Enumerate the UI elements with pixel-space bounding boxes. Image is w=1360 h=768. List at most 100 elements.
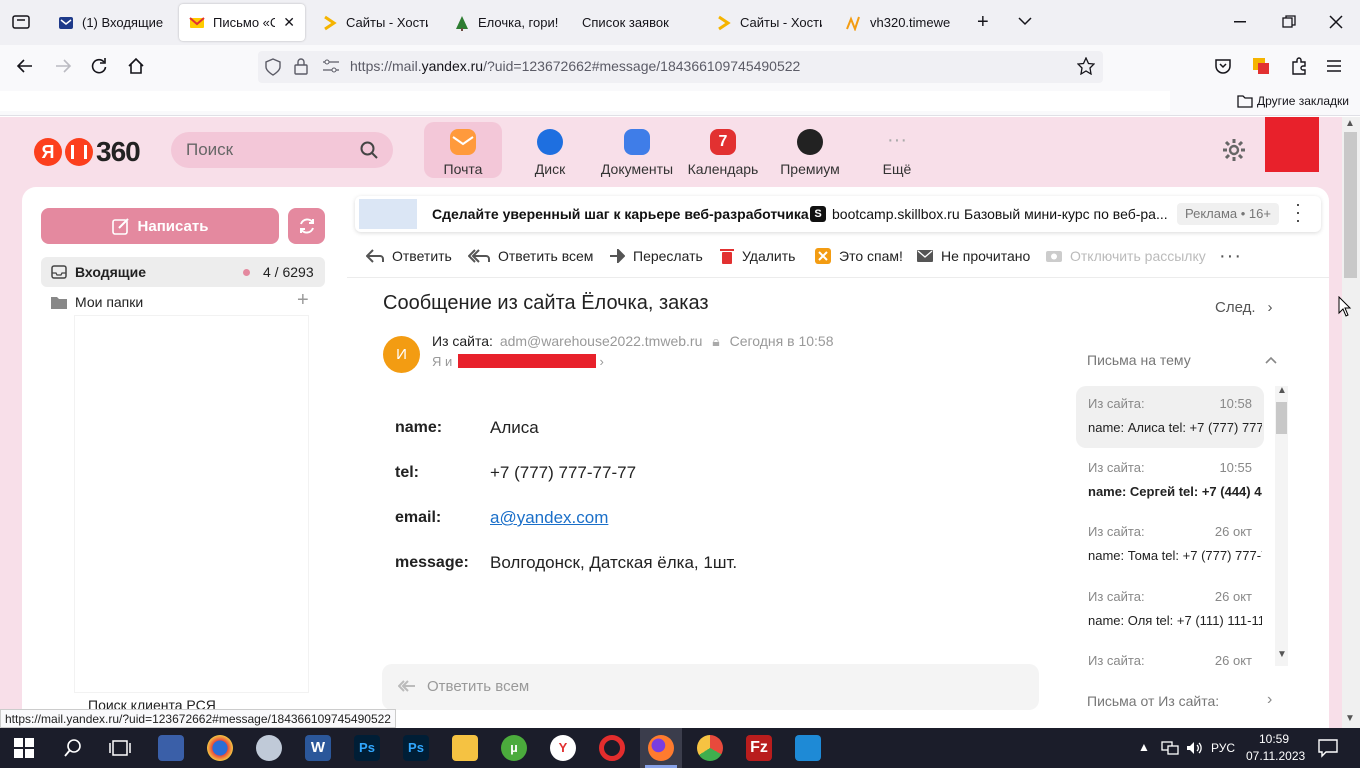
- add-folder-icon[interactable]: +: [297, 289, 309, 312]
- folder-icon[interactable]: [1237, 94, 1253, 108]
- thread-item[interactable]: Из сайта: 26 окт name: Тома tel: +7 (777…: [1076, 514, 1264, 576]
- photoshop-icon[interactable]: Ps: [354, 735, 380, 761]
- settings-gear-icon[interactable]: [1222, 138, 1246, 162]
- reply-all-button[interactable]: Ответить всем: [468, 248, 593, 264]
- delete-button[interactable]: Удалить: [720, 248, 795, 264]
- reload-icon[interactable]: [90, 57, 108, 75]
- refresh-button[interactable]: [288, 208, 325, 244]
- thread-item[interactable]: Из сайта: 26 окт: [1076, 643, 1264, 666]
- service-disk[interactable]: Диск: [511, 122, 589, 178]
- language-indicator[interactable]: РУС: [1211, 741, 1235, 755]
- task-view-icon[interactable]: [109, 738, 131, 758]
- chevron-down-icon[interactable]: [1018, 16, 1032, 26]
- yandex-360-logo[interactable]: Я 360: [34, 136, 141, 168]
- compose-button[interactable]: Написать: [41, 208, 279, 244]
- file-explorer-icon[interactable]: [452, 735, 478, 761]
- avatar[interactable]: [1265, 117, 1319, 172]
- tab-hosting-2[interactable]: Сайты - Хостин: [706, 4, 832, 41]
- search-box[interactable]: Поиск: [171, 132, 393, 168]
- service-mail[interactable]: Почта: [424, 122, 502, 178]
- spam-button[interactable]: Это спам!: [815, 248, 903, 264]
- search-icon[interactable]: [360, 141, 378, 159]
- shield-icon[interactable]: [265, 58, 281, 76]
- recipients-line[interactable]: Я и ›: [432, 354, 604, 369]
- quick-reply-box[interactable]: Ответить всем: [382, 664, 1039, 710]
- thread-item[interactable]: Из сайта: 10:58 name: Алиса tel: +7 (777…: [1076, 386, 1264, 448]
- service-documents[interactable]: Документы: [597, 122, 677, 178]
- sender-name[interactable]: Из сайта:: [432, 333, 493, 349]
- unsubscribe-button[interactable]: Отключить рассылку: [1046, 248, 1206, 264]
- tab-tree-site[interactable]: Елочка, гори!: [444, 4, 570, 41]
- folder-inbox[interactable]: Входящие 4 / 6293: [41, 257, 325, 287]
- next-letter-button[interactable]: След. ›: [1215, 299, 1273, 316]
- tab-inbox[interactable]: (1) Входящие -: [48, 4, 176, 41]
- chrome-icon[interactable]: [697, 735, 723, 761]
- more-actions-icon[interactable]: ···: [1219, 245, 1242, 268]
- scroll-down-arrow-icon[interactable]: ▼: [1277, 649, 1287, 660]
- service-premium[interactable]: Премиум: [771, 122, 849, 178]
- service-calendar[interactable]: 7 Календарь: [684, 122, 762, 178]
- reply-button[interactable]: Ответить: [366, 248, 452, 264]
- bookmark-star-icon[interactable]: [1077, 57, 1095, 75]
- page-scroll-thumb[interactable]: [1344, 132, 1357, 278]
- notifications-icon[interactable]: [1318, 738, 1338, 758]
- lock-icon[interactable]: [294, 58, 308, 75]
- thread-item[interactable]: Из сайта: 26 окт name: Оля tel: +7 (111)…: [1076, 579, 1264, 641]
- browser-app-icon[interactable]: [207, 735, 233, 761]
- url-text[interactable]: https://mail.yandex.ru/?uid=123672662#me…: [350, 58, 800, 74]
- calculator-icon[interactable]: [158, 735, 184, 761]
- sender-email[interactable]: adm@warehouse2022.tmweb.ru: [500, 333, 703, 349]
- back-arrow-icon[interactable]: [16, 58, 34, 74]
- other-bookmarks[interactable]: Другие закладки: [1257, 94, 1349, 108]
- thread-item[interactable]: Из сайта: 10:55 name: Сергей tel: +7 (44…: [1076, 450, 1264, 512]
- vscode-icon[interactable]: [795, 735, 821, 761]
- permissions-icon[interactable]: [322, 59, 340, 73]
- sender-avatar[interactable]: И: [383, 336, 420, 373]
- filezilla-icon[interactable]: Fz: [746, 735, 772, 761]
- new-tab-icon[interactable]: +: [977, 12, 989, 32]
- yandex-browser-icon[interactable]: Y: [550, 735, 576, 761]
- extensions-puzzle-icon[interactable]: [1290, 57, 1308, 75]
- forward-arrow-icon[interactable]: [54, 58, 72, 74]
- volume-icon[interactable]: [1186, 741, 1204, 755]
- chevron-up-icon[interactable]: [1265, 356, 1277, 364]
- search-icon[interactable]: [63, 738, 83, 758]
- tab-phpmyadmin[interactable]: vh320.timeweb.: [836, 4, 960, 41]
- scroll-down-arrow-icon[interactable]: ▼: [1345, 713, 1355, 724]
- photoshop-icon[interactable]: Ps: [403, 735, 429, 761]
- forward-button[interactable]: Переслать: [609, 248, 703, 264]
- opera-icon[interactable]: [599, 735, 625, 761]
- menu-hamburger-icon[interactable]: [1326, 59, 1342, 73]
- firefox-icon[interactable]: [648, 735, 674, 761]
- folder-my-folders[interactable]: Мои папки +: [41, 289, 325, 319]
- system-clock[interactable]: 10:59 07.11.2023: [1246, 731, 1305, 765]
- scroll-up-arrow-icon[interactable]: ▲: [1345, 118, 1355, 129]
- pocket-icon[interactable]: [1214, 58, 1232, 74]
- letters-from-sender-link[interactable]: Письма от Из сайта:: [1087, 693, 1219, 709]
- close-tab-icon[interactable]: ✕: [283, 14, 295, 31]
- utorrent-icon[interactable]: µ: [501, 735, 527, 761]
- chevron-right-icon[interactable]: ›: [1267, 691, 1272, 709]
- close-window-icon[interactable]: [1329, 15, 1343, 29]
- tab-hosting-1[interactable]: Сайты - Хостин: [312, 4, 438, 41]
- ad-menu-icon[interactable]: · · ·: [1293, 195, 1303, 229]
- windows-start-icon[interactable]: [14, 738, 34, 758]
- minimize-icon[interactable]: [1234, 21, 1248, 23]
- tab-current-letter[interactable]: Письмо «Со ✕: [179, 4, 305, 41]
- thread-scrollbar[interactable]: ▲ ▼: [1275, 386, 1288, 666]
- tab-requests[interactable]: Список заявок: [572, 4, 698, 41]
- scroll-up-arrow-icon[interactable]: ▲: [1277, 386, 1287, 396]
- field-email-link[interactable]: a@yandex.com: [490, 508, 608, 528]
- service-more[interactable]: ··· Ещё: [858, 122, 936, 178]
- home-icon[interactable]: [127, 57, 145, 75]
- tab-list-icon[interactable]: [12, 14, 30, 30]
- extension-icon[interactable]: [1252, 57, 1270, 75]
- paint-icon[interactable]: [256, 735, 282, 761]
- chevron-up-icon[interactable]: ▲: [1138, 740, 1150, 754]
- thread-scroll-thumb[interactable]: [1276, 402, 1287, 434]
- maximize-icon[interactable]: [1282, 15, 1296, 29]
- word-icon[interactable]: W: [305, 735, 331, 761]
- network-icon[interactable]: [1161, 741, 1179, 755]
- mark-unread-button[interactable]: Не прочитано: [917, 248, 1030, 264]
- ad-banner[interactable]: Сделайте уверенный шаг к карьере веб-раз…: [355, 195, 1321, 232]
